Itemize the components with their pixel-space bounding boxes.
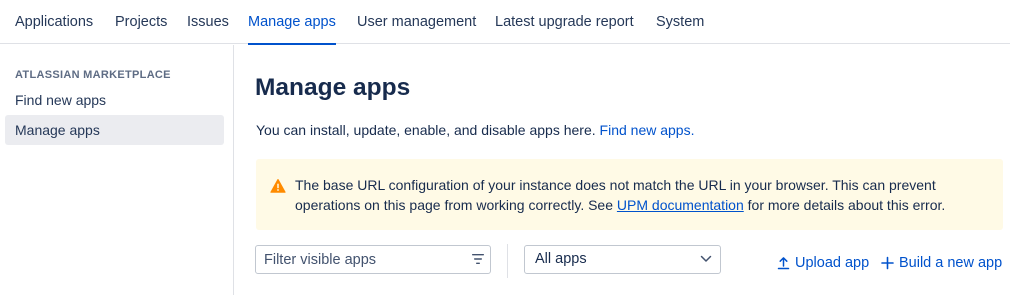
tab-projects[interactable]: Projects	[115, 0, 167, 44]
upload-app-label: Upload app	[795, 255, 870, 271]
filter-box	[255, 245, 491, 274]
tab-latest-upgrade-report[interactable]: Latest upgrade report	[495, 0, 634, 44]
filter-icon[interactable]	[471, 252, 485, 266]
filter-apps-input[interactable]	[256, 246, 461, 273]
warning-text-after: for more details about this error.	[747, 197, 946, 213]
tab-issues[interactable]: Issues	[187, 0, 229, 44]
page-title: Manage apps	[255, 74, 411, 101]
tab-user-management[interactable]: User management	[357, 0, 476, 44]
upload-app-link[interactable]: Upload app	[777, 254, 872, 272]
sidebar-item-find-new-apps[interactable]: Find new apps	[5, 85, 224, 115]
app-type-select-value: All apps	[535, 251, 587, 267]
tab-system[interactable]: System	[656, 0, 704, 44]
warning-message: The base URL configuration of your insta…	[295, 175, 995, 215]
top-navigation: Applications Projects Issues Manage apps…	[0, 0, 1010, 45]
upload-icon	[777, 257, 790, 270]
chevron-down-icon	[700, 255, 712, 262]
description-text: You can install, update, enable, and dis…	[256, 122, 596, 138]
warning-icon	[270, 179, 286, 193]
app-type-select[interactable]: All apps	[524, 245, 721, 274]
find-new-apps-link[interactable]: Find new apps.	[600, 122, 695, 138]
tab-applications[interactable]: Applications	[15, 0, 93, 44]
sidebar-item-manage-apps[interactable]: Manage apps	[5, 115, 224, 145]
controls-divider	[507, 244, 508, 278]
upm-documentation-link[interactable]: UPM documentation	[617, 197, 744, 213]
plus-icon	[881, 256, 894, 270]
build-new-app-label: Build a new app	[899, 255, 1003, 271]
build-new-app-link[interactable]: Build a new app	[881, 254, 1006, 272]
sidebar-heading: ATLASSIAN MARKETPLACE	[15, 69, 171, 81]
page-description: You can install, update, enable, and dis…	[256, 121, 694, 139]
sidebar: ATLASSIAN MARKETPLACE Find new apps Mana…	[0, 45, 234, 295]
tab-manage-apps[interactable]: Manage apps	[248, 0, 336, 45]
base-url-warning: The base URL configuration of your insta…	[256, 159, 1003, 230]
